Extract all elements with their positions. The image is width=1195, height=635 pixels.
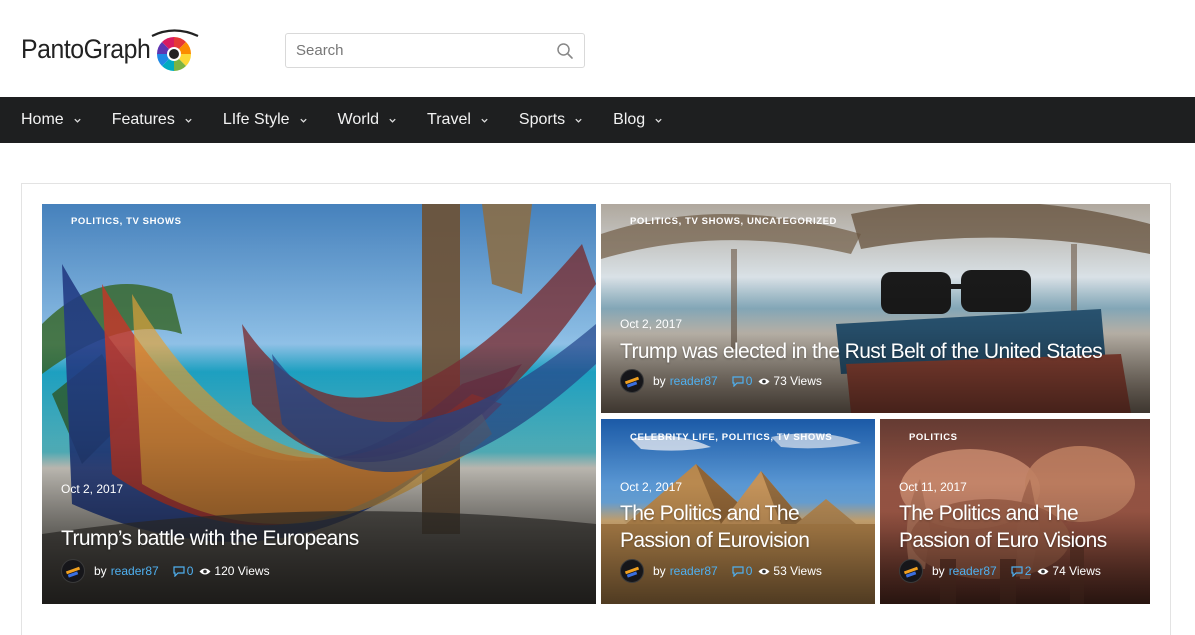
aperture-logo-icon <box>151 29 199 71</box>
by-label: by <box>94 564 107 578</box>
by-label: by <box>653 374 666 388</box>
comment-count-value: 0 <box>745 374 753 388</box>
post-date: Oct 2, 2017 <box>61 482 124 496</box>
author-avatar[interactable] <box>620 559 644 583</box>
nav-item-blog[interactable]: Blog <box>613 111 663 129</box>
view-count-value: 74 Views <box>1052 564 1101 578</box>
chevron-down-icon <box>655 118 662 123</box>
comment-count-value: 0 <box>745 564 753 578</box>
author-avatar[interactable] <box>61 559 85 583</box>
search-icon[interactable] <box>556 42 574 60</box>
nav-item-world[interactable]: World <box>338 111 398 129</box>
view-count: 53 Views <box>758 564 822 578</box>
author-link[interactable]: reader87 <box>111 564 159 578</box>
chevron-down-icon <box>481 118 488 123</box>
main-navigation: Home Features LIfe Style World Travel Sp… <box>0 97 1195 143</box>
post-title[interactable]: Trump’s battle with the Europeans <box>61 525 571 552</box>
post-card[interactable]: CELEBRITY LIFE, POLITICS, TV SHOWS Oct 2… <box>601 419 875 604</box>
nav-item-label: World <box>337 111 380 128</box>
view-count: 120 Views <box>199 564 270 578</box>
comment-count[interactable]: 0 <box>173 564 194 578</box>
post-categories[interactable]: POLITICS, TV SHOWS <box>71 216 182 227</box>
post-meta: by reader87 0 73 Views <box>620 369 822 393</box>
nav-item-life-style[interactable]: LIfe Style <box>223 111 308 129</box>
comment-count[interactable]: 0 <box>732 564 753 578</box>
eye-icon <box>758 568 770 574</box>
comment-icon <box>732 375 744 387</box>
comment-icon <box>1011 565 1023 577</box>
comment-count[interactable]: 2 <box>1011 564 1032 578</box>
chevron-down-icon <box>389 118 396 123</box>
nav-item-label: LIfe Style <box>222 111 290 128</box>
nav-item-label: Home <box>21 111 64 128</box>
nav-item-label: Features <box>111 111 175 128</box>
author-avatar[interactable] <box>899 559 923 583</box>
by-label: by <box>932 564 945 578</box>
view-count: 73 Views <box>758 374 822 388</box>
comment-icon <box>732 565 744 577</box>
post-title[interactable]: Trump was elected in the Rust Belt of th… <box>620 338 1140 365</box>
post-meta: by reader87 0 53 Views <box>620 559 822 583</box>
author-link[interactable]: reader87 <box>670 374 718 388</box>
site-logo[interactable]: PantoGraph <box>21 24 200 74</box>
eye-icon <box>199 568 211 574</box>
by-label: by <box>653 564 666 578</box>
view-count-value: 53 Views <box>773 564 822 578</box>
author-avatar[interactable] <box>620 369 644 393</box>
author-link[interactable]: reader87 <box>949 564 997 578</box>
nav-item-label: Sports <box>518 111 566 128</box>
post-title[interactable]: The Politics and The Passion of Euro Vis… <box>899 500 1139 554</box>
logo-text: PantoGraph <box>21 33 151 64</box>
post-title[interactable]: The Politics and The Passion of Eurovisi… <box>620 500 860 554</box>
post-date: Oct 11, 2017 <box>899 480 967 494</box>
post-date: Oct 2, 2017 <box>620 480 683 494</box>
post-card-featured[interactable]: POLITICS, TV SHOWS Oct 2, 2017 Trump’s b… <box>42 204 596 604</box>
view-count-value: 120 Views <box>214 564 270 578</box>
site-header: PantoGraph <box>0 0 1195 97</box>
view-count-value: 73 Views <box>773 374 822 388</box>
chevron-down-icon <box>299 118 307 123</box>
view-count: 74 Views <box>1037 564 1101 578</box>
post-categories[interactable]: POLITICS, TV SHOWS, UNCATEGORIZED <box>630 216 837 227</box>
comment-count-value: 0 <box>186 564 194 578</box>
nav-item-home[interactable]: Home <box>21 111 82 129</box>
post-categories[interactable]: POLITICS <box>909 432 958 443</box>
eye-icon <box>1037 568 1049 574</box>
search-box <box>285 33 585 68</box>
nav-item-label: Travel <box>427 111 471 128</box>
nav-item-travel[interactable]: Travel <box>427 111 489 129</box>
post-meta: by reader87 0 120 Views <box>61 559 270 583</box>
nav-item-label: Blog <box>613 111 646 128</box>
post-meta: by reader87 2 74 Views <box>899 559 1101 583</box>
search-input[interactable] <box>296 34 546 67</box>
eye-icon <box>758 378 770 384</box>
post-card[interactable]: POLITICS Oct 11, 2017 The Politics and T… <box>880 419 1150 604</box>
author-link[interactable]: reader87 <box>670 564 718 578</box>
post-categories[interactable]: CELEBRITY LIFE, POLITICS, TV SHOWS <box>630 432 832 443</box>
comment-count[interactable]: 0 <box>732 374 753 388</box>
chevron-down-icon <box>74 118 81 123</box>
comment-icon <box>173 565 185 577</box>
chevron-down-icon <box>185 118 192 123</box>
nav-item-sports[interactable]: Sports <box>519 111 583 129</box>
nav-item-features[interactable]: Features <box>112 111 193 129</box>
post-date: Oct 2, 2017 <box>620 317 683 331</box>
comment-count-value: 2 <box>1024 564 1032 578</box>
chevron-down-icon <box>575 118 582 123</box>
post-card[interactable]: POLITICS, TV SHOWS, UNCATEGORIZED Oct 2,… <box>601 204 1150 413</box>
